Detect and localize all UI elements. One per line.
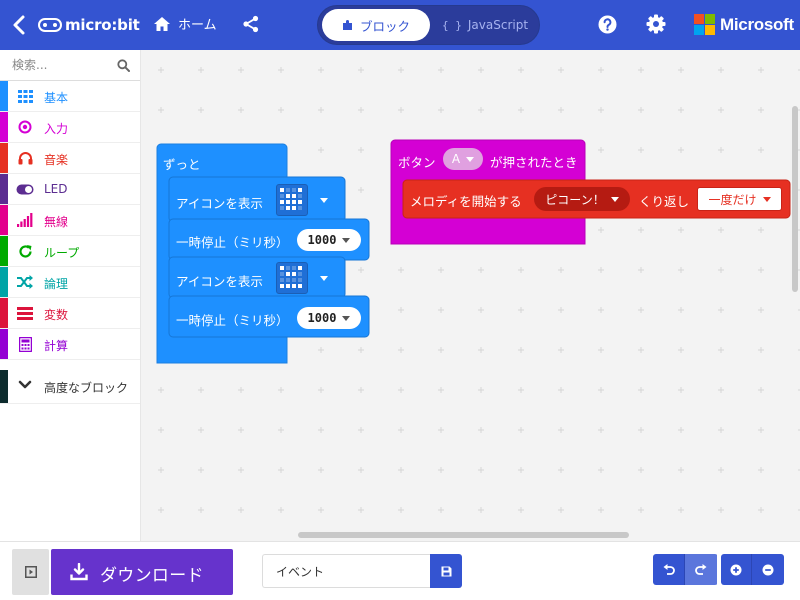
redo-button[interactable] [685, 554, 717, 585]
blocks-workspace[interactable]: ずっと アイコンを表示 一時停止（ミリ秒） 1000 アイコンを表示 一時停止（… [141, 50, 800, 541]
save-button[interactable] [430, 554, 462, 588]
on-button-pressed-block[interactable] [141, 50, 800, 541]
button-prefix-label: ボタン [398, 155, 436, 170]
javascript-mode-tab[interactable]: { } JavaScript [442, 9, 528, 41]
zoom-in-button[interactable] [721, 554, 752, 585]
repeat-label: くり返し [639, 194, 690, 209]
microbit-logo[interactable]: micro:bit [38, 14, 140, 36]
repeat-value: 一度だけ [708, 192, 757, 207]
top-bar: micro:bit ホーム ブロック { } JavaScript Micros… [0, 0, 800, 50]
download-icon [70, 563, 88, 581]
category-basic[interactable]: 基本 [0, 81, 140, 112]
javascript-mode-label: JavaScript [467, 18, 529, 32]
play-box-icon [24, 566, 37, 578]
category-label: 音楽 [44, 153, 69, 167]
simulator-toggle-button[interactable] [12, 549, 49, 595]
category-label: 論理 [44, 277, 69, 291]
category-label: 基本 [44, 91, 69, 105]
category-label: 無線 [44, 215, 69, 229]
help-icon[interactable] [598, 15, 617, 34]
vertical-scrollbar[interactable] [792, 106, 798, 292]
melody-value: ピコーン！ [545, 192, 605, 207]
logo-text: micro:bit [65, 16, 140, 34]
target-icon [16, 119, 34, 135]
home-label: ホーム [178, 18, 217, 33]
search-input[interactable] [4, 53, 112, 77]
button-select-dropdown[interactable]: A [443, 148, 483, 170]
microbit-logo-icon [38, 18, 62, 32]
repeat-dropdown[interactable]: 一度だけ [697, 187, 782, 211]
blocks-mode-label: ブロック [359, 18, 410, 34]
button-suffix-label: が押されたとき [490, 155, 578, 170]
undo-icon [663, 564, 675, 575]
category-label: ループ [44, 246, 80, 260]
back-arrow-icon[interactable] [10, 13, 30, 37]
refresh-icon [16, 243, 34, 259]
melody-dropdown[interactable]: ピコーン！ [534, 187, 630, 211]
puzzle-piece-icon [342, 20, 352, 30]
calculator-icon [16, 336, 34, 352]
redo-icon [695, 564, 707, 575]
microsoft-text: Microsoft [720, 14, 794, 34]
category-variables[interactable]: 変数 [0, 298, 140, 329]
category-music[interactable]: 音楽 [0, 143, 140, 174]
gear-icon[interactable] [646, 14, 666, 34]
category-math[interactable]: 計算 [0, 329, 140, 360]
category-loops[interactable]: ループ [0, 236, 140, 267]
advanced-label: 高度なブロック [44, 381, 129, 395]
save-icon [441, 566, 451, 576]
horizontal-scrollbar[interactable] [298, 532, 629, 538]
category-advanced[interactable]: 高度なブロック [0, 370, 140, 404]
undo-button[interactable] [653, 554, 685, 585]
start-melody-label: メロディを開始する [410, 194, 522, 209]
zoom-group [721, 554, 784, 585]
bottom-bar: ダウンロード [0, 541, 800, 600]
microsoft-logo-icon [694, 14, 715, 35]
category-radio[interactable]: 無線 [0, 205, 140, 236]
chevron-down-icon [18, 380, 32, 389]
zoom-out-button[interactable] [752, 554, 783, 585]
download-button[interactable]: ダウンロード [51, 549, 233, 595]
microsoft-logo[interactable]: Microsoft [694, 14, 794, 35]
toolbox: 基本 入力 音楽 LED 無線 ループ [0, 50, 141, 541]
caret-down-icon [466, 156, 475, 162]
caret-down-icon [610, 196, 619, 202]
home-button[interactable]: ホーム [153, 14, 217, 33]
share-icon[interactable] [242, 15, 260, 33]
category-label: 入力 [44, 122, 69, 136]
undo-redo-group [653, 554, 718, 585]
caret-down-icon [762, 196, 771, 202]
zoom-out-icon [762, 564, 773, 575]
search-icon[interactable] [117, 59, 130, 72]
button-value: A [451, 152, 461, 166]
download-label: ダウンロード [100, 566, 204, 586]
category-led[interactable]: LED [0, 174, 140, 205]
category-input[interactable]: 入力 [0, 112, 140, 143]
shuffle-icon [16, 274, 34, 290]
editor-mode-switch: ブロック { } JavaScript [317, 5, 540, 45]
blocks-mode-tab[interactable]: ブロック [322, 9, 430, 41]
signal-bars-icon [16, 212, 34, 228]
grid-icon [16, 88, 34, 104]
toggle-icon [16, 181, 34, 197]
home-icon [154, 16, 170, 31]
toolbox-search [0, 50, 140, 81]
stack-icon [16, 305, 34, 321]
project-name-input[interactable] [262, 554, 430, 588]
zoom-in-icon [730, 564, 742, 575]
category-label: 計算 [44, 339, 69, 353]
category-label: LED [44, 182, 68, 196]
headphones-icon [16, 150, 34, 166]
braces-icon: { } [442, 18, 462, 32]
category-logic[interactable]: 論理 [0, 267, 140, 298]
category-label: 変数 [44, 308, 69, 322]
